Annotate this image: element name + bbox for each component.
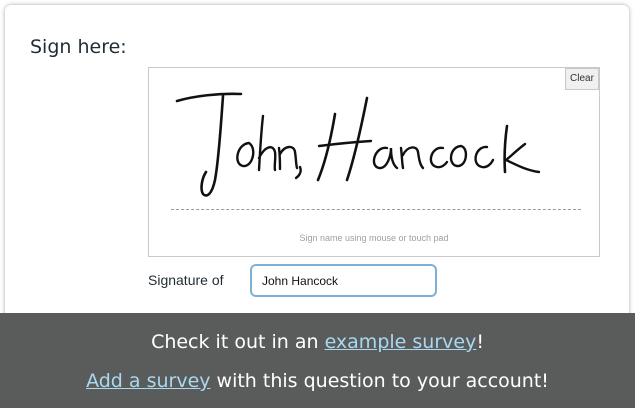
footer-line-example: Check it out in an example survey! bbox=[0, 331, 635, 353]
signature-baseline bbox=[171, 209, 581, 210]
add-survey-link[interactable]: Add a survey bbox=[86, 370, 210, 392]
signature-pad[interactable]: Clear Sign name using mouse or touch pad bbox=[148, 67, 600, 257]
example-survey-link[interactable]: example survey bbox=[325, 331, 477, 353]
footer-line-add: Add a survey with this question to your … bbox=[0, 370, 635, 392]
promo-footer: Check it out in an example survey! Add a… bbox=[0, 313, 635, 408]
handwritten-signature bbox=[175, 92, 541, 197]
question-label: Sign here: bbox=[30, 36, 127, 58]
footer-text: Check it out in an bbox=[151, 331, 325, 353]
signature-name-input[interactable] bbox=[250, 264, 437, 297]
footer-text: ! bbox=[476, 331, 484, 353]
signature-of-label: Signature of bbox=[148, 272, 224, 288]
signature-hint: Sign name using mouse or touch pad bbox=[299, 233, 449, 243]
footer-text: with this question to your account! bbox=[210, 370, 549, 392]
